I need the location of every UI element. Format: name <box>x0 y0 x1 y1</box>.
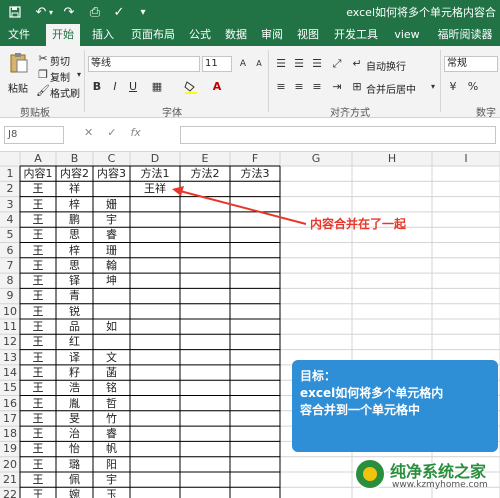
watermark-url: www.kzmyhome.com <box>392 480 488 490</box>
watermark-logo-icon <box>354 458 386 490</box>
callout-heading: 目标： <box>300 369 337 383</box>
goal-callout: 目标： excel如何将多个单元格内 容合并到一个单元格中 <box>292 360 498 452</box>
callout-line: excel如何将多个单元格内 <box>300 386 444 400</box>
watermark-brand: 纯净系统之家 <box>390 462 487 481</box>
callout-line: 容合并到一个单元格中 <box>300 403 421 417</box>
watermark: 纯净系统之家 www.kzmyhome.com <box>354 454 500 498</box>
annotation-label: 内容合并在了一起 <box>310 217 407 231</box>
